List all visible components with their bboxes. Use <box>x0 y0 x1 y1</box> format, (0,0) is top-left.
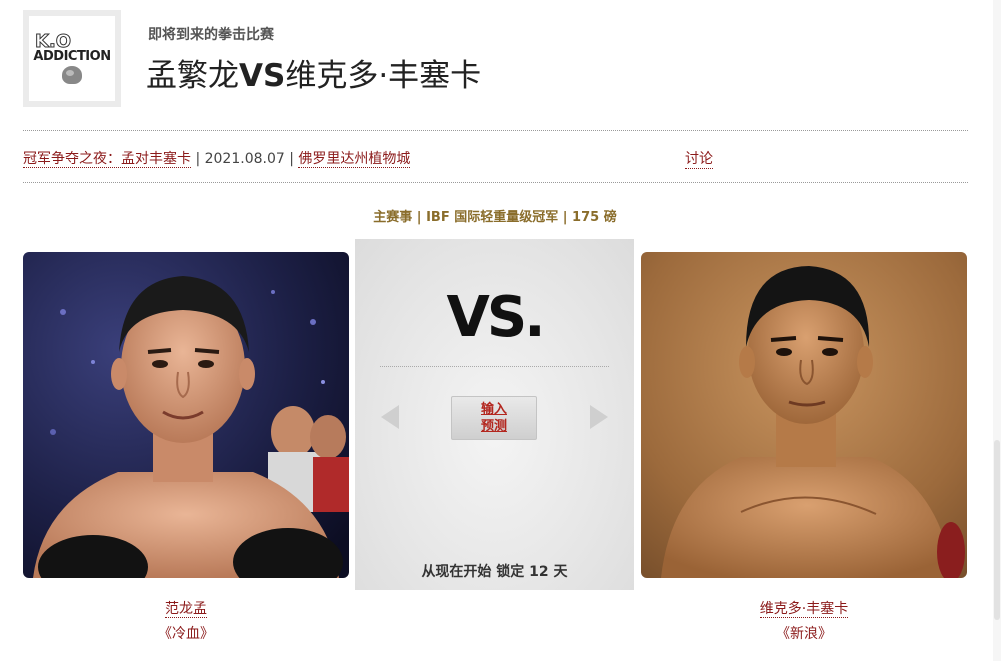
event-meta: 冠军争夺之夜：孟对丰塞卡 | 2021.08.07 | 佛罗里达州植物城 <box>23 148 411 168</box>
fighter-photo-right[interactable] <box>641 252 967 578</box>
fighter-left-image <box>23 252 349 578</box>
vs-divider <box>380 366 609 367</box>
logo-ko-text: K.O <box>34 30 72 52</box>
predict-label-line2: 预测 <box>480 419 507 434</box>
fighter-left-name-link[interactable]: 范龙孟 <box>165 601 207 618</box>
fighter-right-name[interactable]: 维克多·丰塞卡 <box>641 598 967 618</box>
fighter-right-image <box>641 252 967 578</box>
vs-graphic: VS. <box>446 285 546 350</box>
page-title: 孟繁龙VS维克多·丰塞卡 <box>146 50 481 95</box>
venue-link[interactable]: 佛罗里达州植物城 <box>298 151 411 168</box>
site-logo[interactable]: K.O ADDICTION <box>23 10 121 107</box>
divider-bottom <box>23 182 968 183</box>
bout-title: 主赛事 | IBF 国际轻重量级冠军 | 175 磅 <box>373 210 617 225</box>
fighter-right-nickname: 《新浪》 <box>776 626 832 642</box>
predict-label-line1: 输入 <box>480 402 507 417</box>
title-vs: VS <box>239 58 286 94</box>
enter-prediction-button[interactable]: 输入 预测 <box>451 396 537 440</box>
fighter-photo-left[interactable] <box>23 252 349 578</box>
title-fighter-b: 维克多·丰塞卡 <box>285 58 482 94</box>
discuss-link[interactable]: 讨论 <box>685 148 713 169</box>
previous-arrow-icon[interactable] <box>381 405 399 429</box>
page-kicker: 即将到来的拳击比赛 <box>148 27 274 43</box>
scrollbar-thumb[interactable] <box>994 440 1000 620</box>
fighter-left-nickname: 《冷血》 <box>158 626 214 642</box>
fighter-right-name-link[interactable]: 维克多·丰塞卡 <box>759 601 849 618</box>
logo-wordmark: ADDICTION <box>33 48 111 64</box>
next-arrow-icon[interactable] <box>590 405 608 429</box>
prediction-lock-countdown: 从现在开始 锁定 12 天 <box>421 564 568 580</box>
boxing-glove-icon <box>62 65 82 84</box>
fighter-left-name[interactable]: 范龙孟 <box>23 598 349 618</box>
title-fighter-a: 孟繁龙 <box>146 58 239 94</box>
event-link[interactable]: 冠军争夺之夜：孟对丰塞卡 <box>23 151 191 168</box>
event-date: | 2021.08.07 | <box>195 151 294 167</box>
divider-top <box>23 130 968 131</box>
